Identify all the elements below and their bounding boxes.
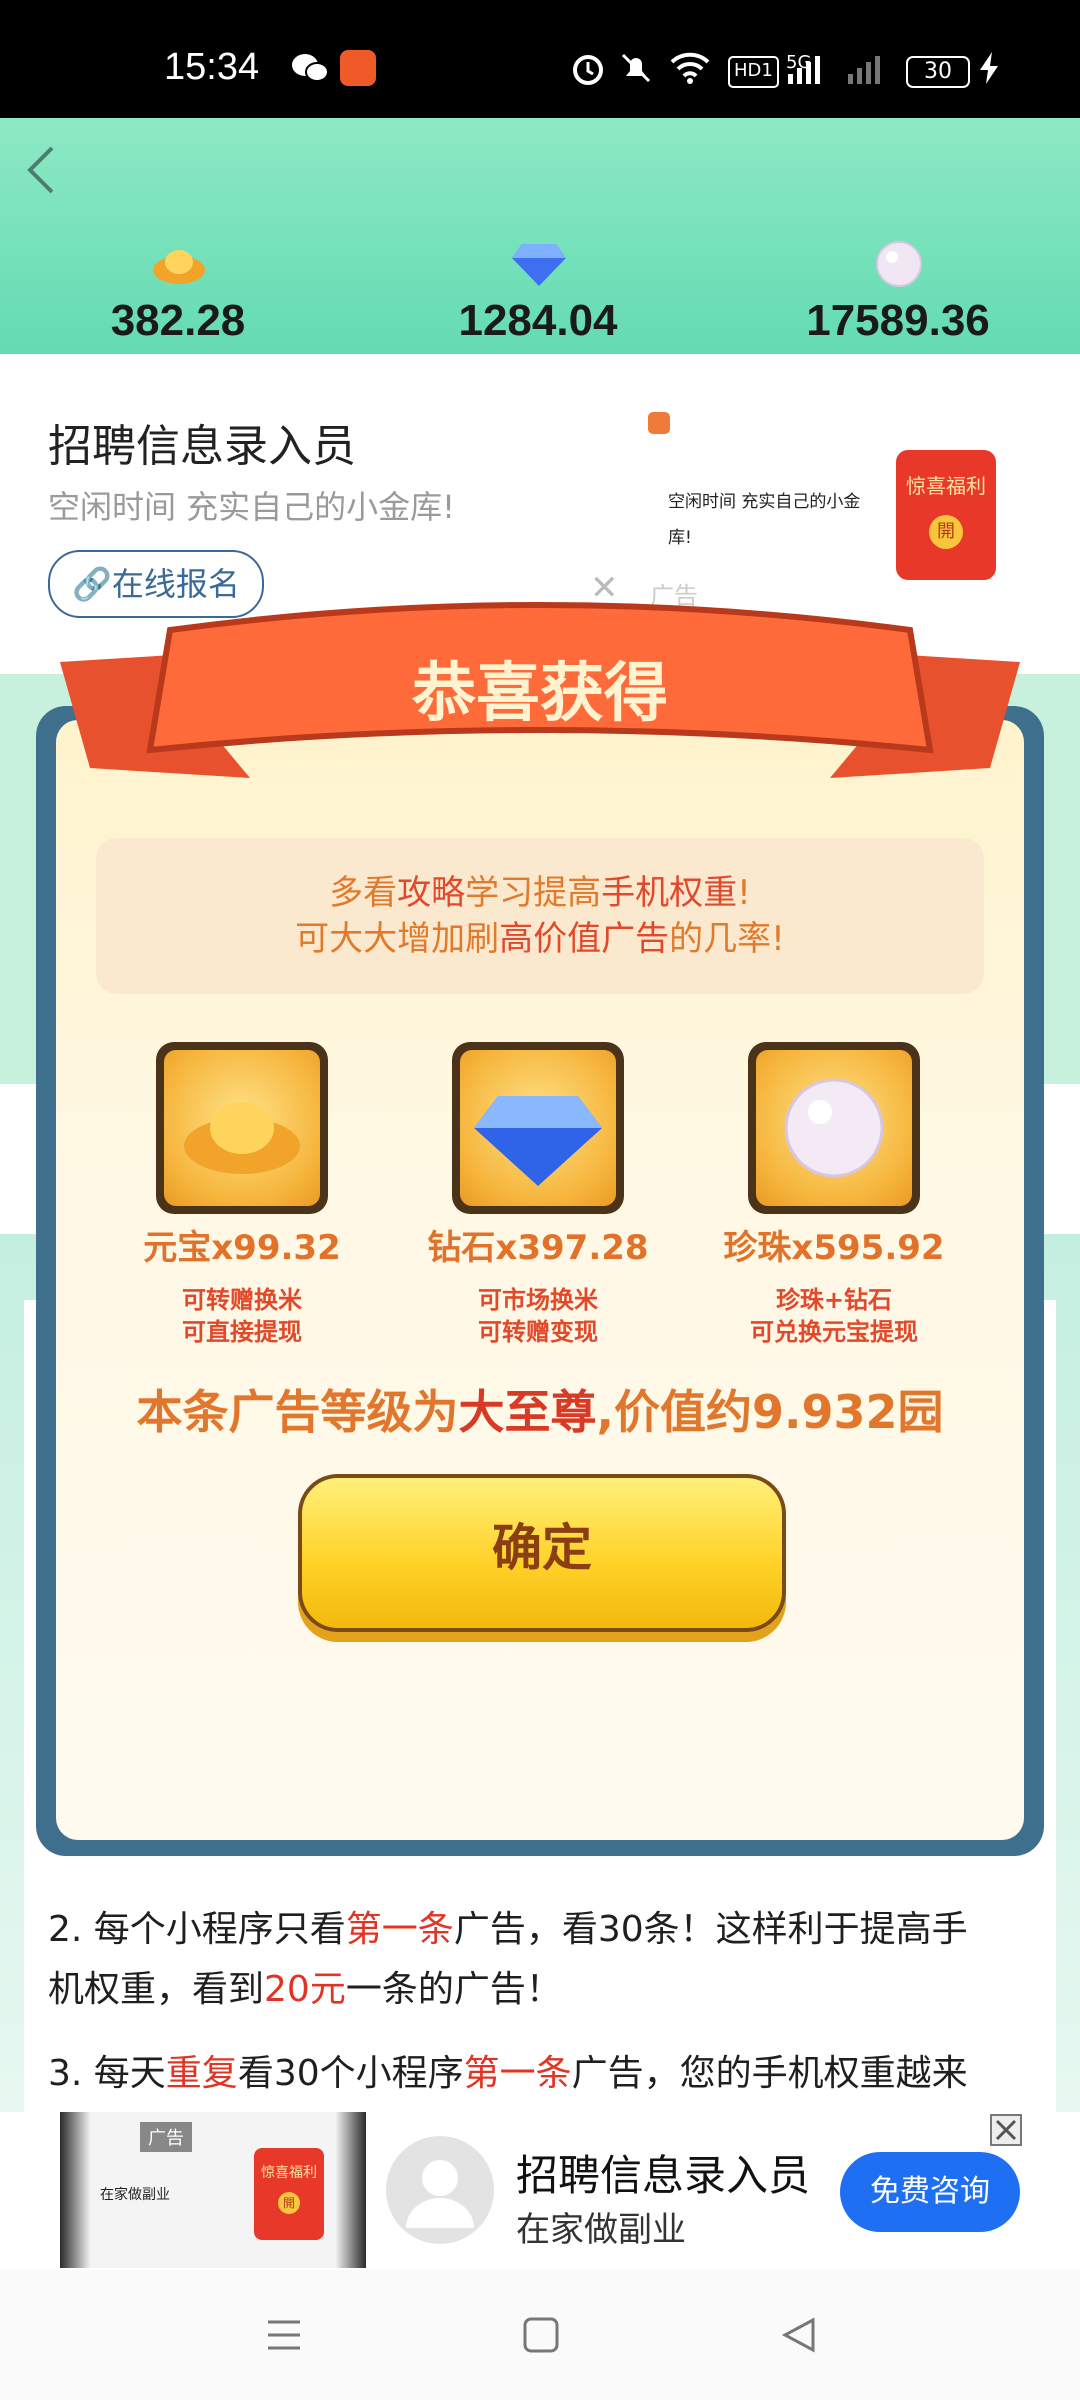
- diamond-reward-note: 可市场换米 可转赠变现: [478, 1286, 598, 1346]
- pearl-reward-tile: [748, 1042, 920, 1214]
- diamond-reward-tile: [452, 1042, 624, 1214]
- diamond-reward-label: 钻石x397.28: [427, 1228, 649, 1268]
- ad-thumbnail: 广告 在家做副业 惊喜福利 開: [60, 2112, 366, 2268]
- avatar: [386, 2136, 494, 2244]
- home-icon[interactable]: [522, 2316, 560, 2358]
- gold-ingot-icon: [184, 1102, 300, 1174]
- gold-reward-label: 元宝x99.32: [143, 1228, 341, 1268]
- free-consult-button[interactable]: 免费咨询: [840, 2152, 1020, 2232]
- pearl-reward-label: 珍珠x595.92: [723, 1228, 945, 1268]
- gold-reward-note: 可转赠换米 可直接提现: [182, 1286, 302, 1346]
- tip-box: 多看攻略学习提高手机权重! 可大大增加刷高价值广告的几率!: [96, 838, 984, 994]
- modal-title: 恭喜获得: [412, 657, 668, 731]
- system-nav-bar: [0, 2270, 1080, 2400]
- red-envelope-icon: 惊喜福利 開: [254, 2148, 324, 2240]
- diamond-icon: [474, 1096, 602, 1186]
- ad-label-badge: 广告: [140, 2122, 192, 2152]
- ad-level-text: 本条广告等级为大至尊,价值约9.932园: [136, 1385, 944, 1439]
- pearl-reward-note: 珍珠+钻石 可兑换元宝提现: [750, 1286, 918, 1346]
- pearl-icon: [784, 1078, 884, 1178]
- back-icon[interactable]: [780, 2316, 818, 2358]
- tip-line-1: 多看攻略学习提高手机权重!: [329, 873, 751, 913]
- bottom-ad-title: 招聘信息录入员: [516, 2151, 811, 2200]
- ad-thumb-text: 在家做副业: [100, 2187, 170, 2203]
- close-icon[interactable]: [990, 2114, 1022, 2146]
- bottom-ad-subtitle: 在家做副业: [516, 2210, 686, 2250]
- modal-title-ribbon: 恭喜获得: [50, 600, 1030, 800]
- tip-line-2: 可大大增加刷高价值广告的几率!: [295, 919, 785, 959]
- confirm-button[interactable]: 确定: [298, 1474, 786, 1632]
- gold-reward-tile: [156, 1042, 328, 1214]
- menu-icon[interactable]: [264, 2316, 304, 2358]
